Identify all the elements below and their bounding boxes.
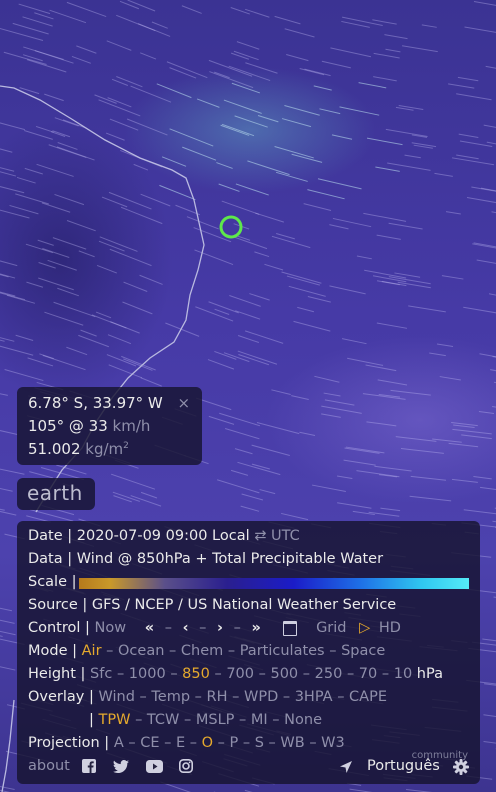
projection-row: Projection | A – CE – E – O – P – S – WB… [28,735,345,751]
height-row: Height | Sfc – 1000 – 850 – 700 – 500 – … [28,666,443,682]
control-label: Control | [28,620,90,636]
tpw-unit-exponent: 2 [123,441,129,451]
footer-row: about [28,758,194,774]
data-value: Wind @ 850hPa + Total Precipitable Water [76,551,384,567]
overlay-tcw[interactable]: TCW [147,712,179,728]
tpw-unit[interactable]: kg/m2 [85,440,129,458]
overlay-row-2: | TPW – TCW – MSLP – MI – None [89,712,322,728]
prev-day-button[interactable]: « [145,620,154,636]
projection-e[interactable]: E [176,735,185,751]
projection-label: Projection | [28,735,110,751]
swap-icon[interactable]: ⇄ [254,528,266,544]
community-link[interactable]: community [412,750,468,761]
height-label: Height | [28,666,86,682]
overlay-none[interactable]: None [284,712,322,728]
overlay-mslp[interactable]: MSLP [196,712,235,728]
twitter-icon[interactable] [113,759,130,773]
gear-icon[interactable] [453,759,469,775]
close-icon[interactable]: × [178,394,191,412]
mode-particulates[interactable]: Particulates [240,643,325,659]
scale-label: Scale | [28,574,77,590]
scale-row: Scale | [28,574,77,590]
about-link[interactable]: about [28,758,70,774]
spot-tpw: 51.002 kg/m2 [28,440,129,458]
next-step-button[interactable]: › [217,620,223,636]
play-icon[interactable]: ▷ [359,620,370,636]
projection-w3[interactable]: W3 [321,735,345,751]
location-arrow-icon[interactable] [339,760,353,774]
youtube-icon[interactable] [145,759,163,773]
instagram-icon[interactable] [179,759,194,773]
projection-p[interactable]: P [230,735,239,751]
hd-toggle[interactable]: HD [379,620,401,636]
overlay-label: Overlay | [28,689,94,705]
height-700[interactable]: 700 [226,666,254,682]
overlay-cape[interactable]: CAPE [349,689,387,705]
spot-wind: 105° @ 33 km/h [28,417,150,435]
control-separator: – [199,620,207,636]
coordinates-text: 6.78° S, 33.97° W [28,394,163,412]
wind-unit[interactable]: km/h [113,417,151,435]
spot-coordinates: 6.78° S, 33.97° W × [28,394,190,412]
overlay-mi[interactable]: MI [251,712,268,728]
tpw-unit-text: kg/m [85,440,124,458]
overlay-wpd[interactable]: WPD [244,689,278,705]
control-separator: – [164,620,172,636]
height-500[interactable]: 500 [270,666,298,682]
tpw-value: 51.002 [28,440,81,458]
now-button[interactable]: Now [95,620,127,636]
control-separator: – [233,620,241,636]
projection-ce[interactable]: CE [140,735,159,751]
spot-info-panel: 6.78° S, 33.97° W × 105° @ 33 km/h 51.00… [17,387,202,465]
mode-ocean[interactable]: Ocean [118,643,164,659]
earth-menu-toggle[interactable]: earth [17,478,95,510]
utc-toggle[interactable]: UTC [271,528,300,544]
next-day-button[interactable]: » [251,620,260,636]
overlay-temp[interactable]: Temp [151,689,190,705]
height-10[interactable]: 10 [394,666,412,682]
projection-o[interactable]: O [202,735,213,751]
calendar-icon[interactable] [283,620,298,636]
menu-panel: Date | 2020-07-09 09:00 Local ⇄ UTC Data… [17,521,480,784]
overlay-rh[interactable]: RH [207,689,228,705]
data-label: Data | [28,551,73,567]
height-1000[interactable]: 1000 [129,666,166,682]
control-row: Control | Now « – ‹ – › – » Grid ▷ HD [28,620,401,636]
height-sfc[interactable]: Sfc [90,666,112,682]
date-row: Date | 2020-07-09 09:00 Local ⇄ UTC [28,528,300,544]
mode-air[interactable]: Air [82,643,102,659]
overlay-row: Overlay | Wind – Temp – RH – WPD – 3HPA … [28,689,387,705]
overlay-tpw[interactable]: TPW [99,712,131,728]
grid-toggle[interactable]: Grid [316,620,346,636]
height-unit: hPa [416,666,443,682]
earth-label: earth [27,481,83,505]
overlay-wind[interactable]: Wind [98,689,134,705]
projection-s[interactable]: S [255,735,264,751]
source-row: Source | GFS / NCEP / US National Weathe… [28,597,396,613]
source-value: GFS / NCEP / US National Weather Service [91,597,397,613]
projection-wb[interactable]: WB [280,735,304,751]
projection-a[interactable]: A [114,735,124,751]
height-250[interactable]: 250 [315,666,343,682]
wind-value: 105° @ 33 [28,417,108,435]
source-label: Source | [28,597,88,613]
color-scale-bar[interactable] [79,578,469,589]
coastline-south [1,699,15,792]
data-row: Data | Wind @ 850hPa + Total Precipitabl… [28,551,383,567]
date-value[interactable]: 2020-07-09 09:00 Local [77,528,250,544]
facebook-icon[interactable] [82,759,97,773]
height-70[interactable]: 70 [359,666,377,682]
mode-chem[interactable]: Chem [181,643,223,659]
mode-row: Mode | Air – Ocean – Chem – Particulates… [28,643,386,659]
date-label: Date | [28,528,73,544]
overlay-3hpa[interactable]: 3HPA [295,689,333,705]
prev-step-button[interactable]: ‹ [183,620,189,636]
mode-label: Mode | [28,643,78,659]
location-marker[interactable] [219,215,243,239]
height-850[interactable]: 850 [182,666,210,682]
mode-space[interactable]: Space [341,643,385,659]
